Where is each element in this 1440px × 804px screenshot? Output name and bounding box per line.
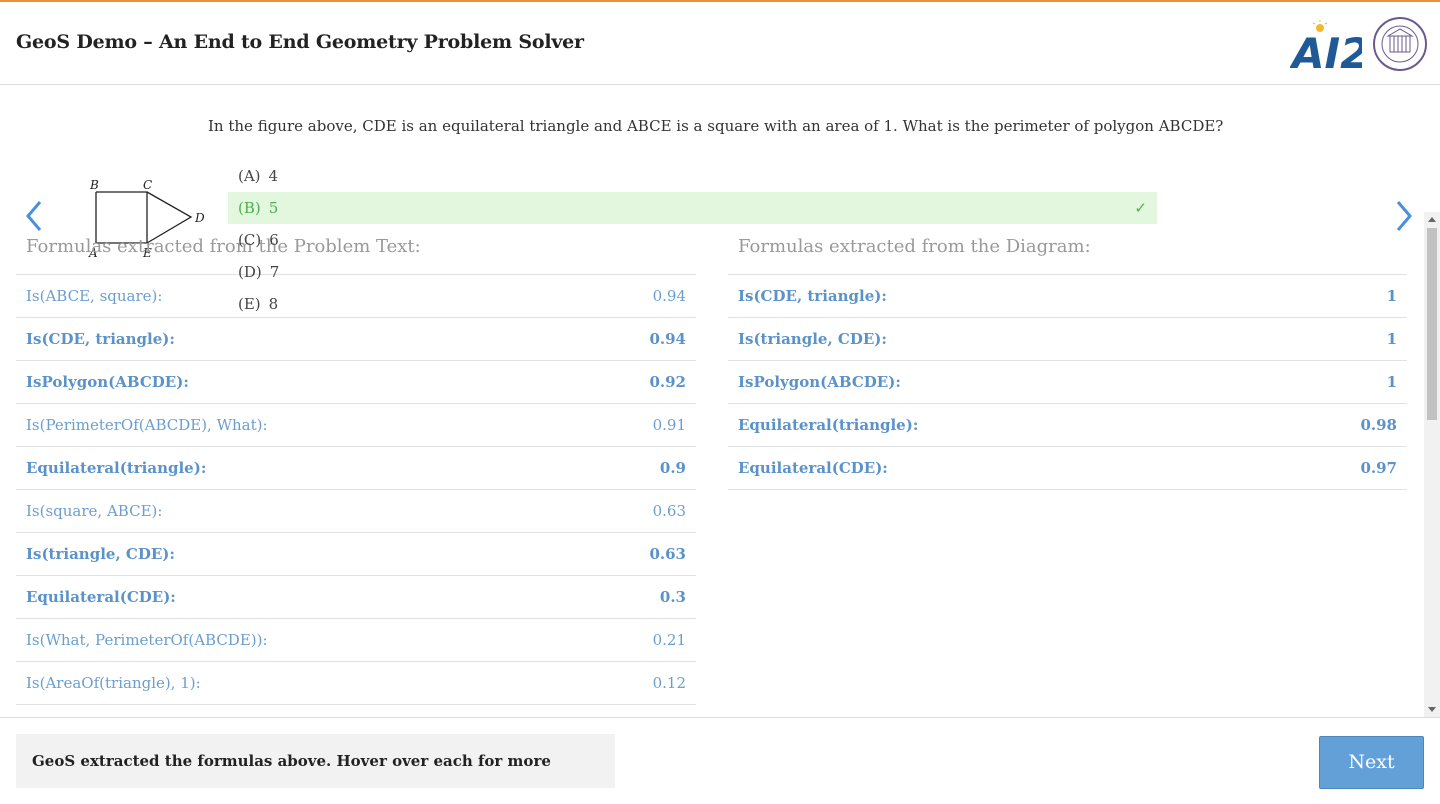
answer-choice[interactable]: (D) 7: [228, 256, 1157, 288]
formula-row[interactable]: Is(square, ABCE): 0.63: [16, 489, 696, 532]
formula-row[interactable]: Is(triangle, CDE): 0.63: [16, 532, 696, 575]
choice-value: 7: [269, 263, 280, 281]
choice-letter: (A): [238, 167, 261, 185]
formula-row[interactable]: Equilateral(CDE): 0.97: [728, 446, 1407, 489]
formula-text: Is(PerimeterOf(ABCDE), What):: [26, 416, 268, 434]
next-button[interactable]: Next: [1319, 736, 1424, 789]
formula-row[interactable]: Equilateral(triangle): 0.9: [16, 446, 696, 489]
university-seal-icon: [1373, 17, 1427, 71]
choice-letter: (C): [238, 231, 262, 249]
formula-text: Is(What, PerimeterOf(ABCDE)):: [26, 631, 268, 649]
formula-text: Is(triangle, CDE):: [738, 330, 887, 348]
formula-score: 0.97: [1360, 459, 1397, 477]
answer-choice[interactable]: (A) 4: [228, 160, 1157, 192]
choice-value: 5: [268, 199, 279, 217]
formula-text: Equilateral(triangle):: [738, 416, 919, 434]
answer-choice[interactable]: (E) 8: [228, 288, 1157, 320]
diagram-label-c: C: [143, 178, 152, 192]
choice-value: 8: [268, 295, 279, 313]
formula-score: 1: [1386, 373, 1397, 391]
formula-text: IsPolygon(ABCDE):: [738, 373, 901, 391]
text-formulas-list: Is(ABCE, square): 0.94 Is(CDE, triangle): 0…: [16, 274, 696, 705]
header: GeoS Demo – An End to End Geometry Probl…: [0, 2, 1440, 85]
scroll-up-icon[interactable]: [1428, 217, 1436, 222]
page-title: GeoS Demo – An End to End Geometry Probl…: [16, 31, 584, 53]
formula-score: 0.91: [652, 416, 686, 434]
ai2-logo: AI2: [1290, 20, 1362, 74]
formula-row[interactable]: Is(PerimeterOf(ABCDE), What): 0.91: [16, 403, 696, 446]
formula-text: Is(CDE, triangle):: [26, 330, 175, 348]
ai2-logo-text: AI2: [1290, 29, 1362, 74]
formula-score: 0.12: [652, 674, 686, 692]
scroll-down-icon[interactable]: [1428, 707, 1436, 712]
formula-row[interactable]: Is(triangle, CDE): 1: [728, 317, 1407, 360]
formula-score: 1: [1386, 330, 1397, 348]
choice-letter: (B): [238, 199, 261, 217]
scroll-thumb[interactable]: [1427, 228, 1437, 420]
answer-choice[interactable]: (B) 5 ✓: [228, 192, 1157, 224]
formula-text: Is(triangle, CDE):: [26, 545, 175, 563]
formula-row[interactable]: Equilateral(CDE): 0.3: [16, 575, 696, 618]
footer: GeoS extracted the formulas above. Hover…: [0, 717, 1440, 804]
vertical-scrollbar[interactable]: [1424, 212, 1440, 717]
formula-row[interactable]: Is(CDE, triangle): 0.94: [16, 317, 696, 360]
formula-score: 0.94: [649, 330, 686, 348]
formula-score: 0.63: [652, 502, 686, 520]
formula-text: Is(ABCE, square):: [26, 287, 163, 305]
choice-letter: (D): [238, 263, 262, 281]
answer-choice[interactable]: (C) 6: [228, 224, 1157, 256]
formula-score: 0.9: [659, 459, 686, 477]
hint-message: GeoS extracted the formulas above. Hover…: [16, 734, 615, 788]
question-text: In the figure above, CDE is an equilater…: [208, 117, 1224, 135]
formula-text: Equilateral(CDE):: [738, 459, 888, 477]
formula-text: Is(AreaOf(triangle), 1):: [26, 674, 201, 692]
formula-row[interactable]: IsPolygon(ABCDE): 1: [728, 360, 1407, 403]
diagram-label-b: B: [89, 178, 99, 192]
answer-choices: (A) 4 (B) 5 ✓ (C) 6 (D) 7 (E) 8: [228, 160, 1157, 320]
choice-letter: (E): [238, 295, 261, 313]
formula-score: 0.92: [649, 373, 686, 391]
formula-text: IsPolygon(ABCDE):: [26, 373, 189, 391]
checkmark-icon: ✓: [1134, 199, 1147, 217]
formula-row[interactable]: Equilateral(triangle): 0.98: [728, 403, 1407, 446]
formula-score: 0.98: [1360, 416, 1397, 434]
formula-row[interactable]: Is(AreaOf(triangle), 1): 0.12: [16, 661, 696, 704]
formula-score: 1: [1386, 287, 1397, 305]
choice-value: 6: [269, 231, 279, 249]
formula-text: Is(square, ABCE):: [26, 502, 163, 520]
choice-value: 4: [268, 167, 279, 185]
formula-text: Equilateral(CDE):: [26, 588, 176, 606]
formula-score: 0.63: [649, 545, 686, 563]
formula-row[interactable]: Is(What, PerimeterOf(ABCDE)): 0.21: [16, 618, 696, 661]
formula-row[interactable]: IsPolygon(ABCDE): 0.92: [16, 360, 696, 403]
formula-text: Equilateral(triangle):: [26, 459, 207, 477]
formula-score: 0.21: [652, 631, 686, 649]
formula-score: 0.3: [659, 588, 686, 606]
